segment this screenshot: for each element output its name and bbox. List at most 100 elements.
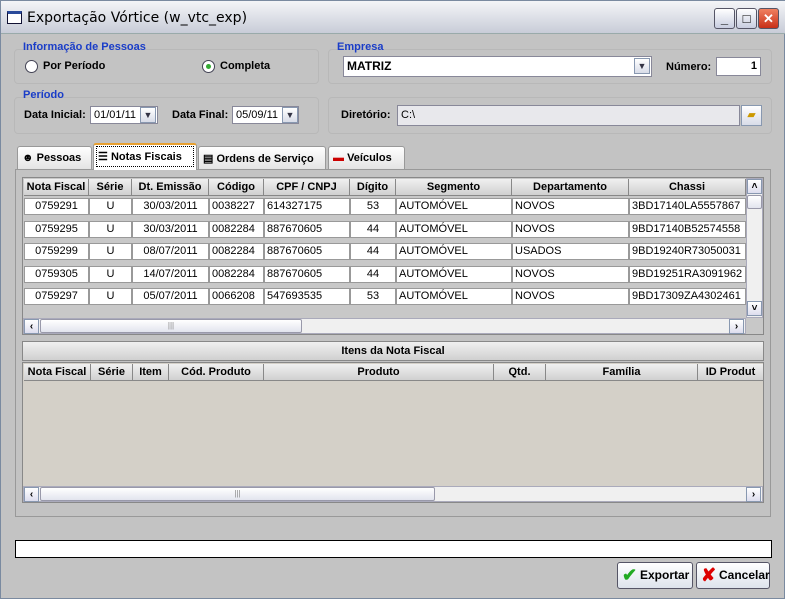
- scroll-left-button[interactable]: ‹: [24, 319, 39, 334]
- table-cell[interactable]: NOVOS: [512, 220, 629, 238]
- column-header[interactable]: Produto: [264, 364, 494, 381]
- itens-title: Itens da Nota Fiscal: [22, 341, 764, 361]
- table-cell[interactable]: 887670605: [264, 243, 350, 260]
- table-cell[interactable]: 887670605: [264, 265, 350, 283]
- column-header[interactable]: Nota Fiscal: [24, 364, 91, 381]
- app-icon: [7, 11, 22, 24]
- table-cell[interactable]: 0759291: [24, 198, 89, 215]
- scroll-right-button[interactable]: ›: [746, 487, 761, 502]
- folder-open-icon[interactable]: ▰: [741, 105, 762, 126]
- empresa-select[interactable]: MATRIZ: [343, 56, 652, 77]
- table-cell[interactable]: AUTOMÓVEL: [396, 265, 512, 283]
- column-header[interactable]: Departamento: [512, 179, 629, 196]
- x-icon: ✘: [701, 565, 717, 585]
- table-cell[interactable]: 887670605: [264, 220, 350, 238]
- document-icon: ▤: [203, 153, 214, 165]
- table-cell[interactable]: 9BD19251RA3091962: [629, 265, 746, 283]
- table-cell[interactable]: 0038227: [209, 198, 264, 215]
- numero-label: Número:: [666, 61, 712, 73]
- table-cell[interactable]: 05/07/2011: [132, 288, 209, 305]
- table-cell[interactable]: 53: [350, 288, 396, 305]
- scroll-down-button[interactable]: ˅: [747, 301, 762, 316]
- table-cell[interactable]: 0759295: [24, 220, 89, 238]
- column-header[interactable]: Série: [89, 179, 132, 196]
- column-header[interactable]: Série: [91, 364, 133, 381]
- scroll-right-button[interactable]: ›: [729, 319, 744, 334]
- column-header[interactable]: Segmento: [396, 179, 512, 196]
- tab-pessoas[interactable]: ☻ Pessoas: [17, 146, 92, 169]
- table-cell[interactable]: U: [89, 243, 132, 260]
- column-header[interactable]: Chassi: [629, 179, 746, 196]
- tab-notas-fiscais[interactable]: ☰ Notas Fiscais: [93, 143, 197, 170]
- table-cell[interactable]: 44: [350, 243, 396, 260]
- table-cell[interactable]: AUTOMÓVEL: [396, 243, 512, 260]
- column-header[interactable]: Cód. Produto: [169, 364, 264, 381]
- tab-ordens-de-servico[interactable]: ▤ Ordens de Serviço: [198, 146, 326, 169]
- tab-veiculos[interactable]: ▬ Veículos: [328, 146, 405, 169]
- table-cell[interactable]: 3BD17140LA5557867: [629, 198, 746, 215]
- diretorio-input[interactable]: C:\: [397, 105, 740, 126]
- table-cell[interactable]: 0759305: [24, 265, 89, 283]
- table-cell[interactable]: 08/07/2011: [132, 243, 209, 260]
- tab-label: Ordens de Serviço: [216, 153, 314, 165]
- table-cell[interactable]: 0082284: [209, 220, 264, 238]
- data-final-label: Data Final:: [172, 109, 229, 121]
- minimize-button[interactable]: _: [714, 8, 735, 29]
- chevron-down-icon[interactable]: ▼: [634, 58, 650, 74]
- column-header[interactable]: Código: [209, 179, 264, 196]
- column-header[interactable]: CPF / CNPJ: [264, 179, 350, 196]
- tab-label: Veículos: [347, 152, 392, 164]
- scroll-thumb[interactable]: |||: [40, 487, 435, 501]
- radio-por-periodo-label[interactable]: Por Período: [43, 60, 105, 72]
- table-cell[interactable]: 614327175: [264, 198, 350, 215]
- numero-input[interactable]: 1: [716, 57, 761, 76]
- scroll-thumb[interactable]: [747, 195, 762, 209]
- column-header[interactable]: Dígito: [350, 179, 396, 196]
- calendar-dropdown-icon[interactable]: ▼: [282, 107, 298, 123]
- table-cell[interactable]: 14/07/2011: [132, 265, 209, 283]
- table-cell[interactable]: 9BD17309ZA4302461: [629, 288, 746, 305]
- table-cell[interactable]: 9BD17140B52574558: [629, 220, 746, 238]
- column-header[interactable]: Qtd.: [494, 364, 546, 381]
- tab-label: Notas Fiscais: [110, 151, 182, 163]
- exportar-button[interactable]: ✔ Exportar: [617, 562, 693, 589]
- table-cell[interactable]: 53: [350, 198, 396, 215]
- table-cell[interactable]: AUTOMÓVEL: [396, 220, 512, 238]
- table-cell[interactable]: 0759299: [24, 243, 89, 260]
- table-cell[interactable]: NOVOS: [512, 288, 629, 305]
- table-cell[interactable]: 0082284: [209, 243, 264, 260]
- radio-completa[interactable]: [202, 60, 215, 73]
- table-cell[interactable]: 44: [350, 220, 396, 238]
- calendar-dropdown-icon[interactable]: ▼: [140, 107, 156, 123]
- table-cell[interactable]: 30/03/2011: [132, 198, 209, 215]
- column-header[interactable]: Família: [546, 364, 698, 381]
- close-button[interactable]: ✕: [758, 8, 779, 29]
- maximize-button[interactable]: □: [736, 8, 757, 29]
- table-cell[interactable]: 44: [350, 265, 396, 283]
- column-header[interactable]: Item: [133, 364, 169, 381]
- column-header[interactable]: ID Produt: [698, 364, 764, 381]
- table-cell[interactable]: 0082284: [209, 265, 264, 283]
- table-cell[interactable]: NOVOS: [512, 198, 629, 215]
- table-cell[interactable]: U: [89, 265, 132, 283]
- table-cell[interactable]: U: [89, 288, 132, 305]
- table-cell[interactable]: USADOS: [512, 243, 629, 260]
- table-cell[interactable]: AUTOMÓVEL: [396, 198, 512, 215]
- column-header[interactable]: Dt. Emissão: [132, 179, 209, 196]
- table-cell[interactable]: U: [89, 198, 132, 215]
- radio-por-periodo[interactable]: [25, 60, 38, 73]
- scroll-up-button[interactable]: ˄: [747, 179, 762, 194]
- table-cell[interactable]: AUTOMÓVEL: [396, 288, 512, 305]
- scroll-thumb[interactable]: |||: [40, 319, 302, 333]
- table-cell[interactable]: 9BD19240R73050031: [629, 243, 746, 260]
- table-cell[interactable]: 0759297: [24, 288, 89, 305]
- radio-completa-label[interactable]: Completa: [220, 60, 270, 72]
- cancelar-button[interactable]: ✘ Cancelar: [696, 562, 770, 589]
- scroll-left-button[interactable]: ‹: [24, 487, 39, 502]
- column-header[interactable]: Nota Fiscal: [24, 179, 89, 196]
- table-cell[interactable]: 0066208: [209, 288, 264, 305]
- table-cell[interactable]: U: [89, 220, 132, 238]
- table-cell[interactable]: NOVOS: [512, 265, 629, 283]
- table-cell[interactable]: 30/03/2011: [132, 220, 209, 238]
- table-cell[interactable]: 547693535: [264, 288, 350, 305]
